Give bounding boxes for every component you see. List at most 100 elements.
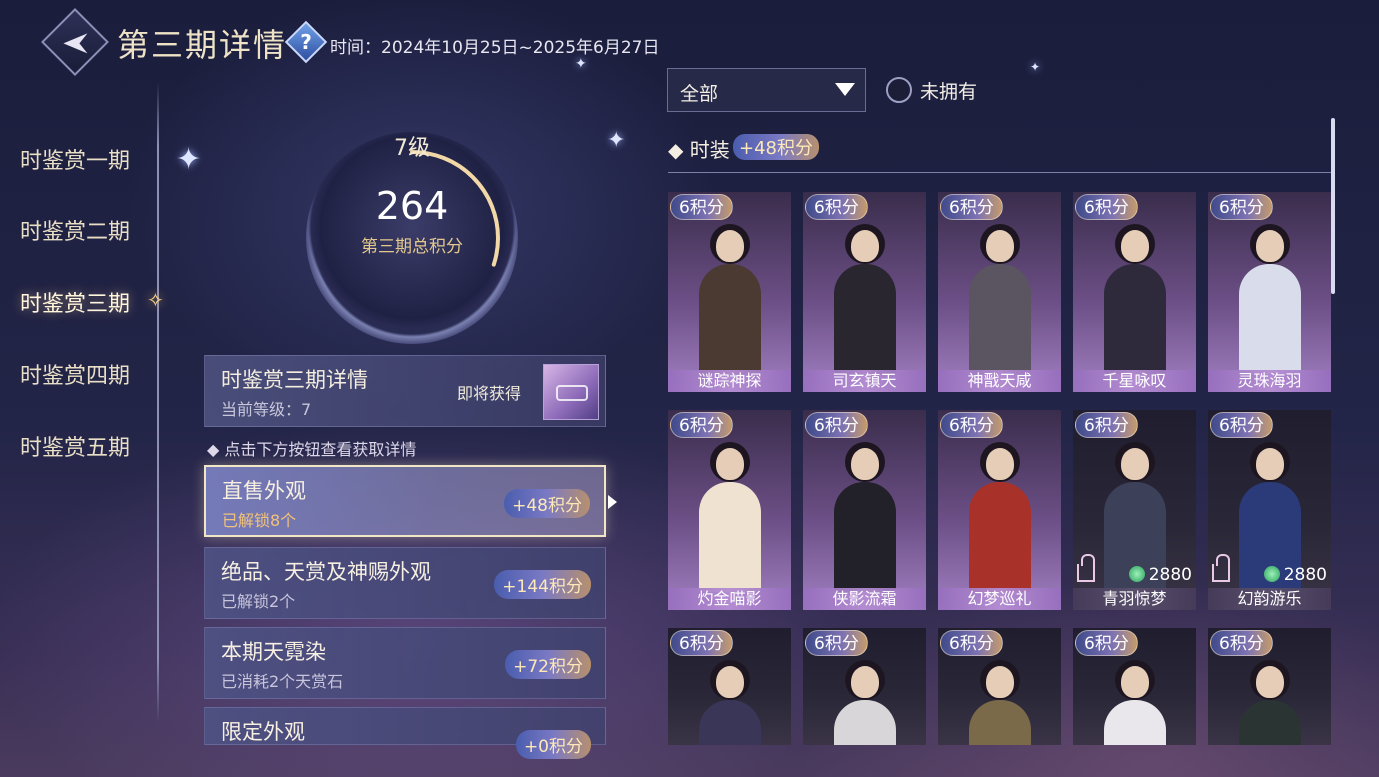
unowned-radio[interactable] — [886, 77, 912, 103]
nav-divider — [157, 82, 159, 722]
dropdown-value: 全部 — [680, 83, 719, 105]
jade-currency-icon — [1263, 566, 1280, 582]
lock-icon — [1077, 554, 1095, 582]
chevron-down-icon — [835, 83, 855, 96]
total-score-label: 第三期总积分 — [361, 237, 463, 257]
outfit-name: 谜踪神探 — [668, 370, 791, 392]
source-button[interactable]: 绝品、天赏及神赐外观已解锁2个 +144积分 — [204, 547, 606, 619]
outfit-name: 灼金喵影 — [668, 588, 791, 610]
outfit-card[interactable]: 6积分司玄镇天 — [803, 192, 926, 392]
section-title: ◆ 时装 — [668, 138, 730, 162]
back-arrow-icon — [63, 33, 88, 54]
scrollbar[interactable] — [1331, 118, 1335, 294]
outfit-card[interactable]: 6积分侠影流霜 — [803, 410, 926, 610]
help-button[interactable]: ? — [284, 20, 328, 64]
outfit-figure — [969, 442, 1031, 592]
nav-item[interactable]: 时鉴赏二期 — [20, 214, 130, 246]
outfit-card[interactable]: 6积分 神戬天咸 — [938, 192, 1061, 392]
sparkle-icon: ✦ — [575, 56, 587, 72]
section-divider — [668, 172, 1332, 173]
outfit-card[interactable]: 6积分青羽惊梦 2880 — [1073, 410, 1196, 610]
points-badge: 6积分 — [670, 412, 733, 438]
points-badge: 6积分 — [1210, 194, 1273, 220]
points-badge: 6积分 — [1075, 412, 1138, 438]
category-dropdown[interactable]: 全部 — [667, 68, 866, 112]
outfit-card[interactable]: 6积分 — [1073, 628, 1196, 745]
outfit-figure — [1104, 660, 1166, 745]
level-label: 7级 — [394, 136, 430, 161]
sparkle-icon: ✦ — [607, 128, 626, 153]
nav-item[interactable]: 时鉴赏三期 — [20, 286, 130, 318]
nav-item[interactable]: 时鉴赏四期 — [20, 358, 130, 390]
outfit-name: 灵珠海羽 — [1208, 370, 1331, 392]
points-badge: 6积分 — [1210, 630, 1273, 656]
points-badge: 6积分 — [805, 194, 868, 220]
upcoming-reward-label: 即将获得 — [457, 384, 522, 403]
points-badge: 6积分 — [940, 412, 1003, 438]
upcoming-reward-thumbnail[interactable] — [543, 364, 599, 420]
help-icon: ? — [300, 30, 312, 54]
outfit-card[interactable]: 6积分 千星咏叹 — [1073, 192, 1196, 392]
active-marker-icon: ✧ — [147, 288, 164, 312]
outfit-name: 司玄镇天 — [803, 370, 926, 392]
source-button[interactable]: 本期天霓染已消耗2个天赏石 +72积分 — [204, 627, 606, 699]
source-title: 本期天霓染 — [221, 640, 326, 664]
points-badge: 6积分 — [1210, 412, 1273, 438]
source-points-badge: +72积分 — [505, 650, 591, 679]
selected-arrow-icon — [608, 495, 617, 509]
outfit-card[interactable]: 6积分 — [668, 628, 791, 745]
outfit-card[interactable]: 6积分幻韵游乐 2880 — [1208, 410, 1331, 610]
unowned-label: 未拥有 — [920, 81, 978, 103]
period-text: 时间：2024年10月25日~2025年6月27日 — [330, 38, 660, 58]
outfit-card[interactable]: 6积分灵珠海羽 — [1208, 192, 1331, 392]
outfit-name: 幻梦巡礼 — [938, 588, 1061, 610]
points-badge: 6积分 — [670, 194, 733, 220]
source-button[interactable]: 限定外观 +0积分 — [204, 707, 606, 759]
sparkle-icon: ✦ — [176, 142, 202, 177]
source-title: 限定外观 — [221, 720, 305, 744]
jade-currency-icon — [1128, 566, 1145, 582]
source-points-badge: +144积分 — [494, 570, 591, 599]
outfit-card[interactable]: 6积分 — [1208, 628, 1331, 745]
outfit-name: 千星咏叹 — [1073, 370, 1196, 392]
nav-item[interactable]: 时鉴赏一期 — [20, 143, 130, 175]
points-badge: 6积分 — [805, 630, 868, 656]
page-title: 第三期详情 — [117, 26, 288, 64]
price: 2880 — [1263, 565, 1327, 585]
outfit-card[interactable]: 6积分 — [938, 628, 1061, 745]
points-badge: 6积分 — [940, 194, 1003, 220]
points-badge: 6积分 — [940, 630, 1003, 656]
source-button[interactable]: 直售外观 已解锁8个 +48积分 — [204, 465, 606, 537]
outfit-figure — [969, 224, 1031, 374]
source-title: 绝品、天赏及神赐外观 — [221, 560, 431, 584]
outfit-name: 青羽惊梦 — [1073, 588, 1196, 610]
outfit-card[interactable]: 6积分 — [803, 628, 926, 745]
outfit-figure — [699, 442, 761, 592]
outfit-figure — [699, 660, 761, 745]
outfit-figure — [699, 224, 761, 374]
sparkle-icon: ✦ — [1030, 60, 1041, 74]
outfit-card[interactable]: 6积分灼金喵影 — [668, 410, 791, 610]
outfit-name: 侠影流霜 — [803, 588, 926, 610]
nav-item[interactable]: 时鉴赏五期 — [20, 430, 130, 462]
points-badge: 6积分 — [670, 630, 733, 656]
total-score: 264 — [375, 184, 449, 228]
outfit-figure — [834, 224, 896, 374]
source-points-badge: +48积分 — [504, 489, 590, 518]
source-subtitle: 已解锁2个 — [221, 592, 296, 611]
outfit-figure — [834, 660, 896, 745]
outfit-figure — [1104, 224, 1166, 374]
source-subtitle: 已解锁8个 — [222, 511, 297, 530]
outfit-figure — [834, 442, 896, 592]
section-points-badge: +48积分 — [733, 134, 819, 160]
outfit-card[interactable]: 6积分谜踪神探 — [668, 192, 791, 392]
outfit-figure — [969, 660, 1031, 745]
back-button[interactable] — [41, 8, 109, 76]
source-subtitle: 已消耗2个天赏石 — [221, 672, 344, 691]
source-points-badge: +0积分 — [515, 730, 591, 759]
outfit-name: 幻韵游乐 — [1208, 588, 1331, 610]
period-detail-card: 时鉴赏三期详情 当前等级：7 即将获得 — [204, 355, 606, 427]
price: 2880 — [1128, 565, 1192, 585]
outfit-card[interactable]: 6积分幻梦巡礼 — [938, 410, 1061, 610]
points-badge: 6积分 — [805, 412, 868, 438]
